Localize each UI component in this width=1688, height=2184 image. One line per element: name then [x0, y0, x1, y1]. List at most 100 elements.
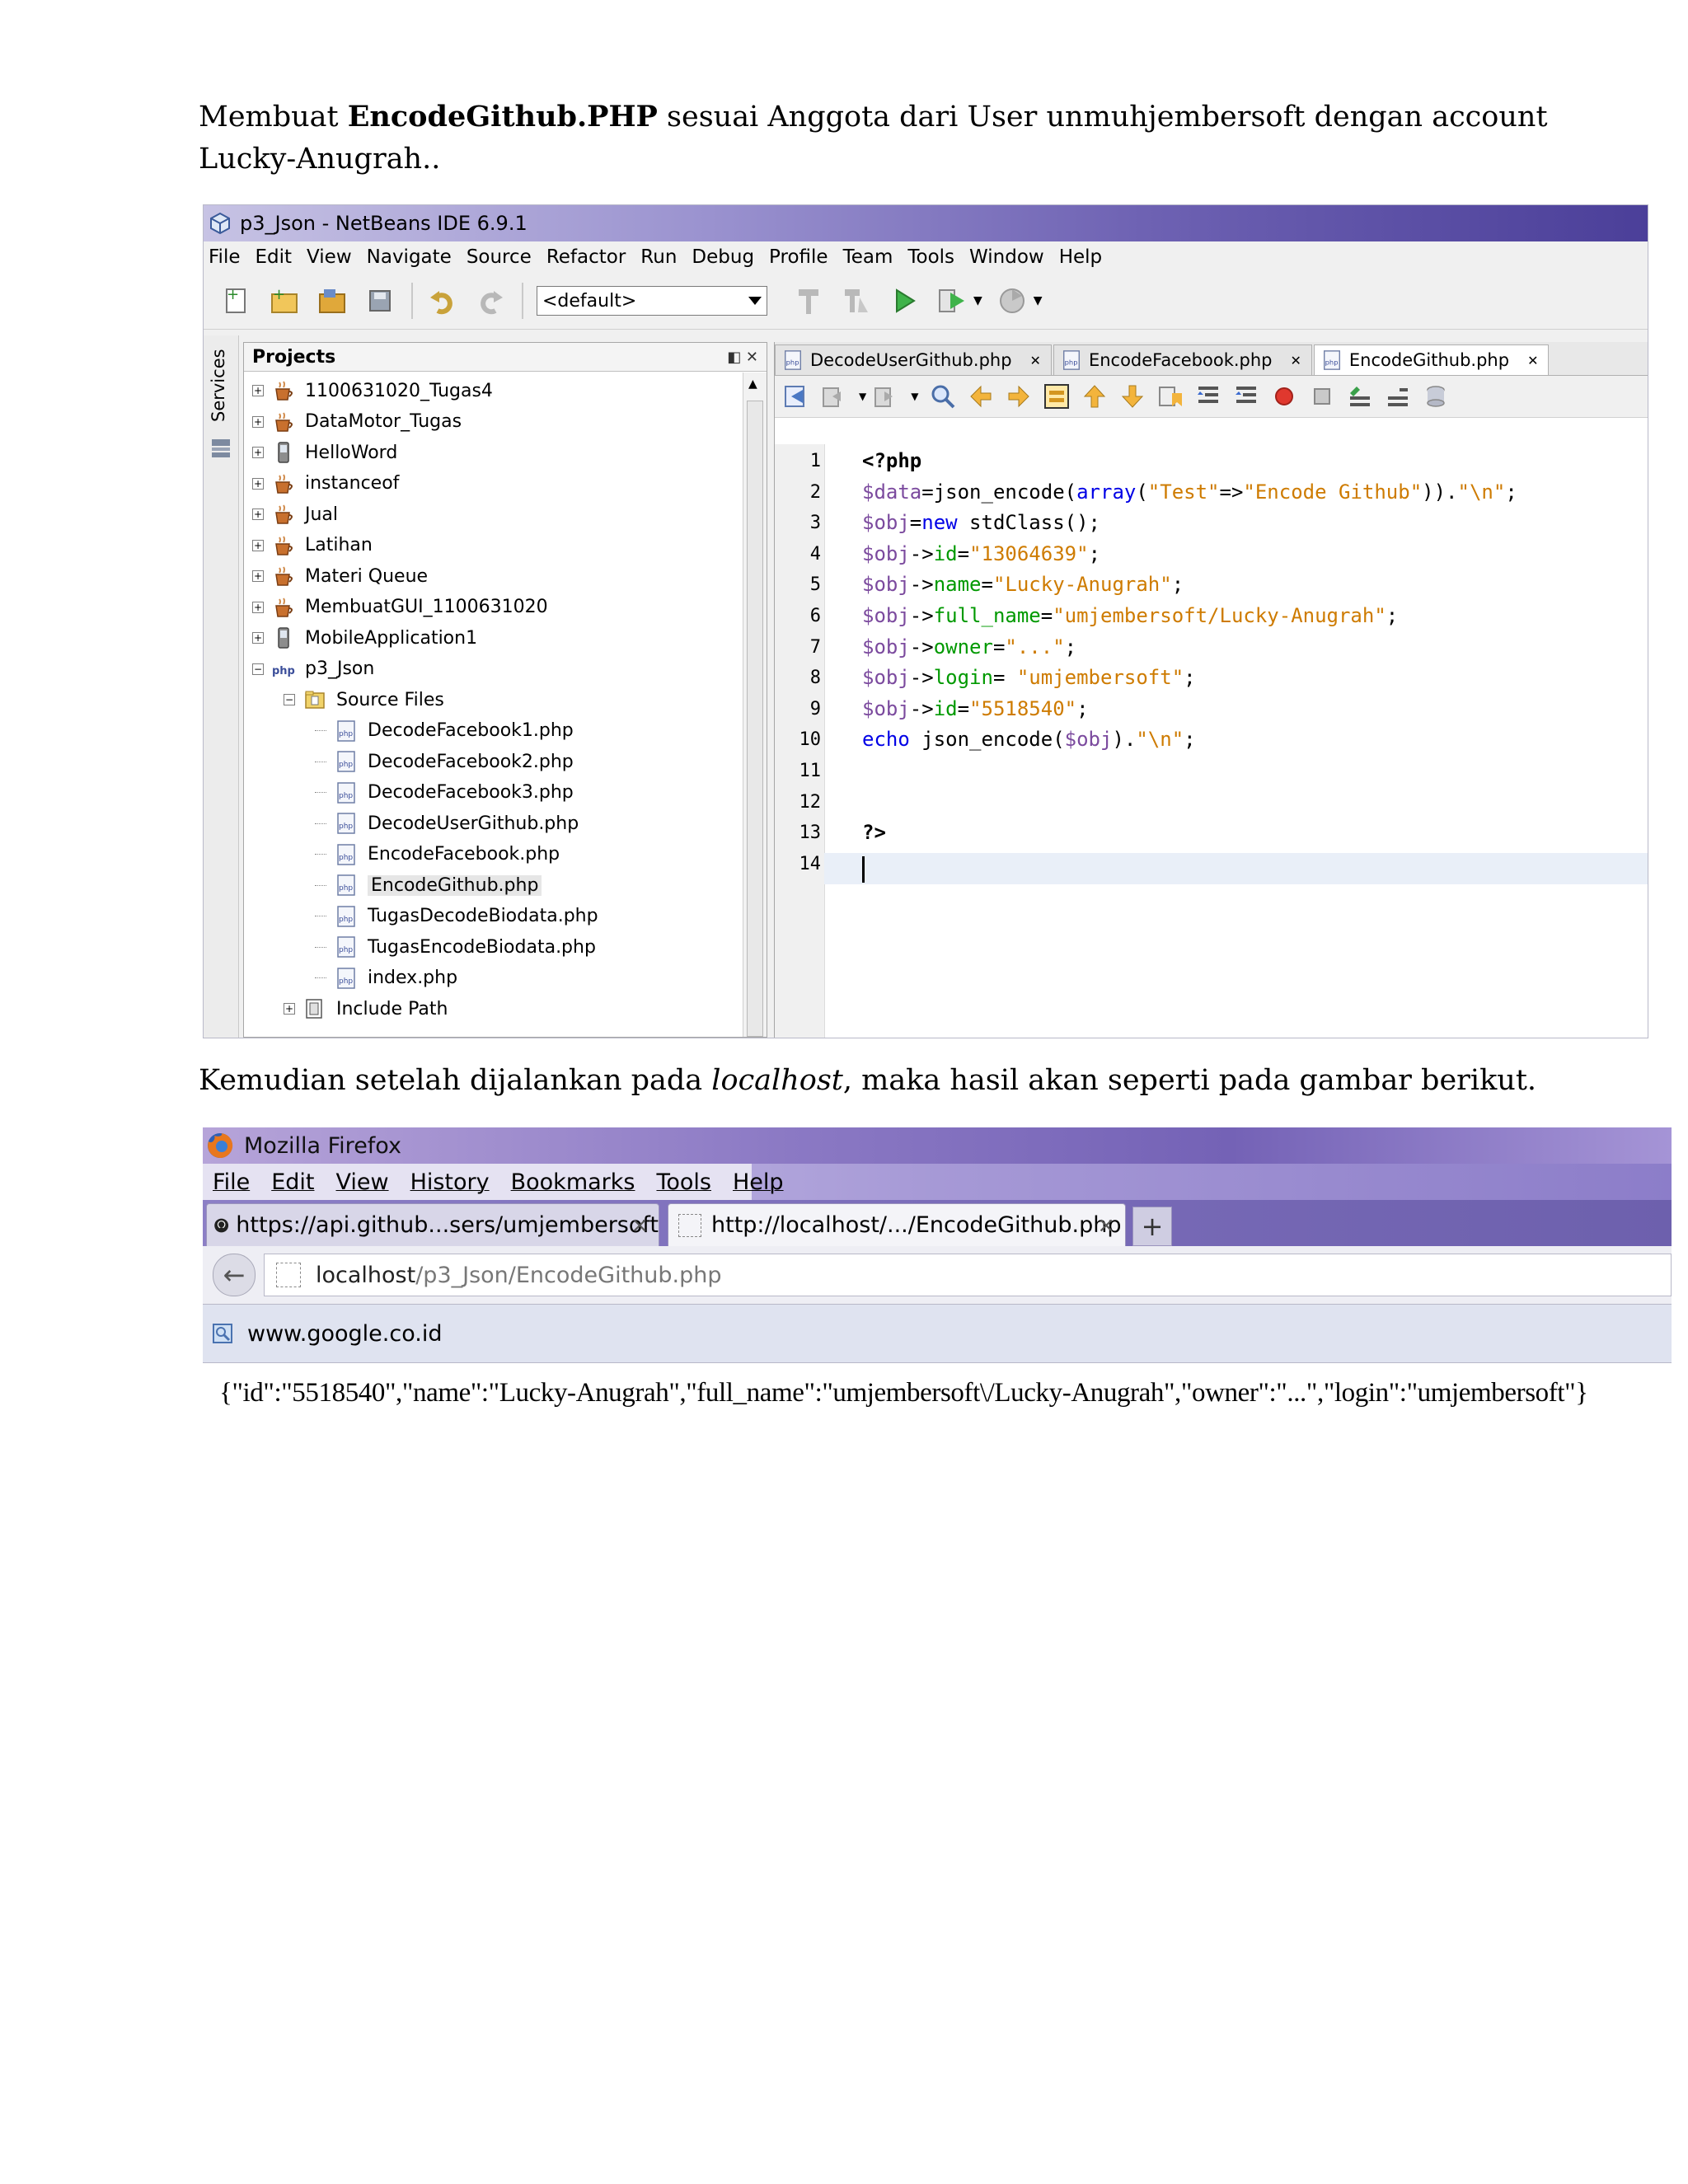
tree-item[interactable]: php TugasEncodeBiodata.php — [315, 932, 596, 962]
shift-left-icon[interactable] — [1195, 383, 1221, 410]
minimize-panel-icon[interactable]: ◧ ✕ — [727, 349, 758, 366]
expand-icon[interactable]: + — [284, 1003, 295, 1015]
toggle-highlight-icon[interactable] — [1043, 383, 1070, 410]
find-icon[interactable] — [930, 383, 956, 410]
tree-item[interactable]: + DataMotor_Tugas — [252, 407, 462, 437]
scrollbar-thumb[interactable] — [747, 401, 763, 1037]
menu-profile[interactable]: Profile — [769, 246, 828, 268]
expand-icon[interactable]: + — [252, 601, 264, 613]
tree-item[interactable]: php DecodeFacebook1.php — [315, 716, 574, 746]
tree-item[interactable]: + instanceof — [252, 469, 399, 499]
tab-localhost[interactable]: http://localhost/.../EncodeGithub.php × — [668, 1203, 1126, 1246]
code-area[interactable]: <?php $data=json_encode(array("Test"=>"En… — [824, 444, 1648, 1038]
redo-icon[interactable] — [474, 284, 507, 317]
bookmark-google[interactable]: www.google.co.id — [247, 1321, 442, 1347]
chevron-down-icon[interactable]: ▼ — [1034, 294, 1043, 307]
undo-icon[interactable] — [426, 284, 459, 317]
close-tab-icon[interactable]: × — [631, 1213, 649, 1238]
tree-item[interactable]: − Source Files — [284, 685, 444, 715]
expand-icon[interactable]: + — [252, 539, 264, 551]
expand-icon[interactable]: + — [252, 570, 264, 582]
expand-icon[interactable]: + — [252, 509, 264, 520]
collapse-icon[interactable]: − — [284, 694, 295, 705]
chevron-down-icon[interactable]: ▼ — [973, 294, 982, 307]
menu-source[interactable]: Source — [467, 246, 532, 268]
close-tab-icon[interactable]: ✕ — [1030, 353, 1041, 368]
chevron-down-icon[interactable]: ▼ — [859, 391, 866, 402]
editor-tab[interactable]: php EncodeFacebook.php ✕ — [1053, 344, 1312, 375]
tree-item[interactable]: + Latihan — [252, 531, 373, 560]
tree-item[interactable]: php DecodeUserGithub.php — [315, 808, 579, 838]
editor-tab[interactable]: php DecodeUserGithub.php ✕ — [775, 344, 1052, 375]
menu-bookmarks[interactable]: Bookmarks — [511, 1169, 635, 1195]
menu-tools[interactable]: Tools — [907, 246, 954, 268]
editor-tab[interactable]: php EncodeGithub.php ✕ — [1313, 344, 1550, 375]
database-icon[interactable] — [1423, 383, 1449, 410]
tree-item[interactable]: php EncodeGithub.php — [315, 870, 542, 900]
back-button[interactable]: ← — [213, 1254, 256, 1296]
new-project-icon[interactable]: + — [268, 284, 301, 317]
build-hammer-icon[interactable] — [792, 284, 825, 317]
find-previous-icon[interactable] — [968, 383, 994, 410]
url-bar[interactable]: localhost/p3_Json/EncodeGithub.php — [264, 1254, 1672, 1296]
menu-debug[interactable]: Debug — [692, 246, 754, 268]
menu-run[interactable]: Run — [640, 246, 677, 268]
chevron-down-icon[interactable]: ▼ — [911, 391, 918, 402]
menu-navigate[interactable]: Navigate — [367, 246, 452, 268]
tree-item[interactable]: php DecodeFacebook3.php — [315, 778, 574, 808]
stop-macro-icon[interactable] — [1309, 383, 1335, 410]
previous-bookmark-icon[interactable] — [1081, 383, 1108, 410]
tree-item[interactable]: + Include Path — [284, 994, 448, 1024]
menu-refactor[interactable]: Refactor — [546, 246, 626, 268]
tree-item[interactable]: php index.php — [315, 963, 457, 993]
close-tab-icon[interactable]: × — [1097, 1213, 1115, 1238]
tree-item[interactable]: + HelloWord — [252, 438, 397, 467]
tree-item[interactable]: + MobileApplication1 — [252, 623, 477, 653]
scroll-up-icon[interactable]: ▲ — [748, 377, 757, 391]
menu-window[interactable]: Window — [969, 246, 1044, 268]
expand-icon[interactable]: + — [252, 632, 264, 644]
services-sidebar[interactable]: Services — [204, 335, 239, 1038]
expand-icon[interactable]: + — [252, 447, 264, 458]
projects-scrollbar[interactable]: ▲ — [743, 373, 767, 1037]
shift-right-icon[interactable] — [1233, 383, 1259, 410]
tree-item[interactable]: php TugasDecodeBiodata.php — [315, 902, 598, 931]
tab-github-api[interactable]: https://api.github...sers/umjembersoft × — [206, 1203, 659, 1246]
close-tab-icon[interactable]: ✕ — [1291, 353, 1301, 368]
clean-build-icon[interactable] — [840, 284, 873, 317]
configuration-combo[interactable]: <default> — [537, 286, 767, 316]
menu-edit[interactable]: Edit — [256, 246, 293, 268]
debug-project-icon[interactable] — [935, 284, 968, 317]
profile-project-icon[interactable] — [996, 284, 1029, 317]
expand-icon[interactable]: + — [252, 415, 264, 428]
comment-icon[interactable] — [1347, 383, 1373, 410]
tree-item[interactable]: php EncodeFacebook.php — [315, 840, 560, 869]
menu-tools[interactable]: Tools — [656, 1169, 711, 1195]
menu-view[interactable]: View — [307, 246, 352, 268]
run-project-icon[interactable] — [888, 284, 921, 317]
next-bookmark-icon[interactable] — [1119, 383, 1146, 410]
new-file-icon[interactable]: + — [220, 284, 253, 317]
tree-item[interactable]: + Jual — [252, 499, 338, 529]
expand-icon[interactable]: + — [252, 477, 264, 490]
expand-icon[interactable]: + — [252, 385, 264, 396]
toggle-bookmark-icon[interactable] — [1157, 383, 1184, 410]
back-icon[interactable] — [821, 383, 847, 410]
menu-team[interactable]: Team — [843, 246, 893, 268]
find-next-icon[interactable] — [1006, 383, 1032, 410]
forward-icon[interactable] — [873, 383, 899, 410]
collapse-icon[interactable]: − — [252, 663, 264, 675]
start-macro-icon[interactable] — [1271, 383, 1297, 410]
close-tab-icon[interactable]: ✕ — [1527, 353, 1538, 368]
menu-help[interactable]: Help — [733, 1169, 784, 1195]
tree-item[interactable]: php DecodeFacebook2.php — [315, 747, 574, 776]
tree-item[interactable]: +1100631020_Tugas4 — [252, 376, 493, 405]
tree-item[interactable]: + MembuatGUI_1100631020 — [252, 593, 548, 622]
uncomment-icon[interactable] — [1385, 383, 1411, 410]
menu-file[interactable]: File — [209, 246, 241, 268]
save-all-icon[interactable] — [363, 284, 396, 317]
tree-item[interactable]: − php p3_Json — [252, 654, 374, 684]
menu-view[interactable]: View — [335, 1169, 388, 1195]
open-project-icon[interactable] — [316, 284, 349, 317]
menu-file[interactable]: File — [213, 1169, 250, 1195]
